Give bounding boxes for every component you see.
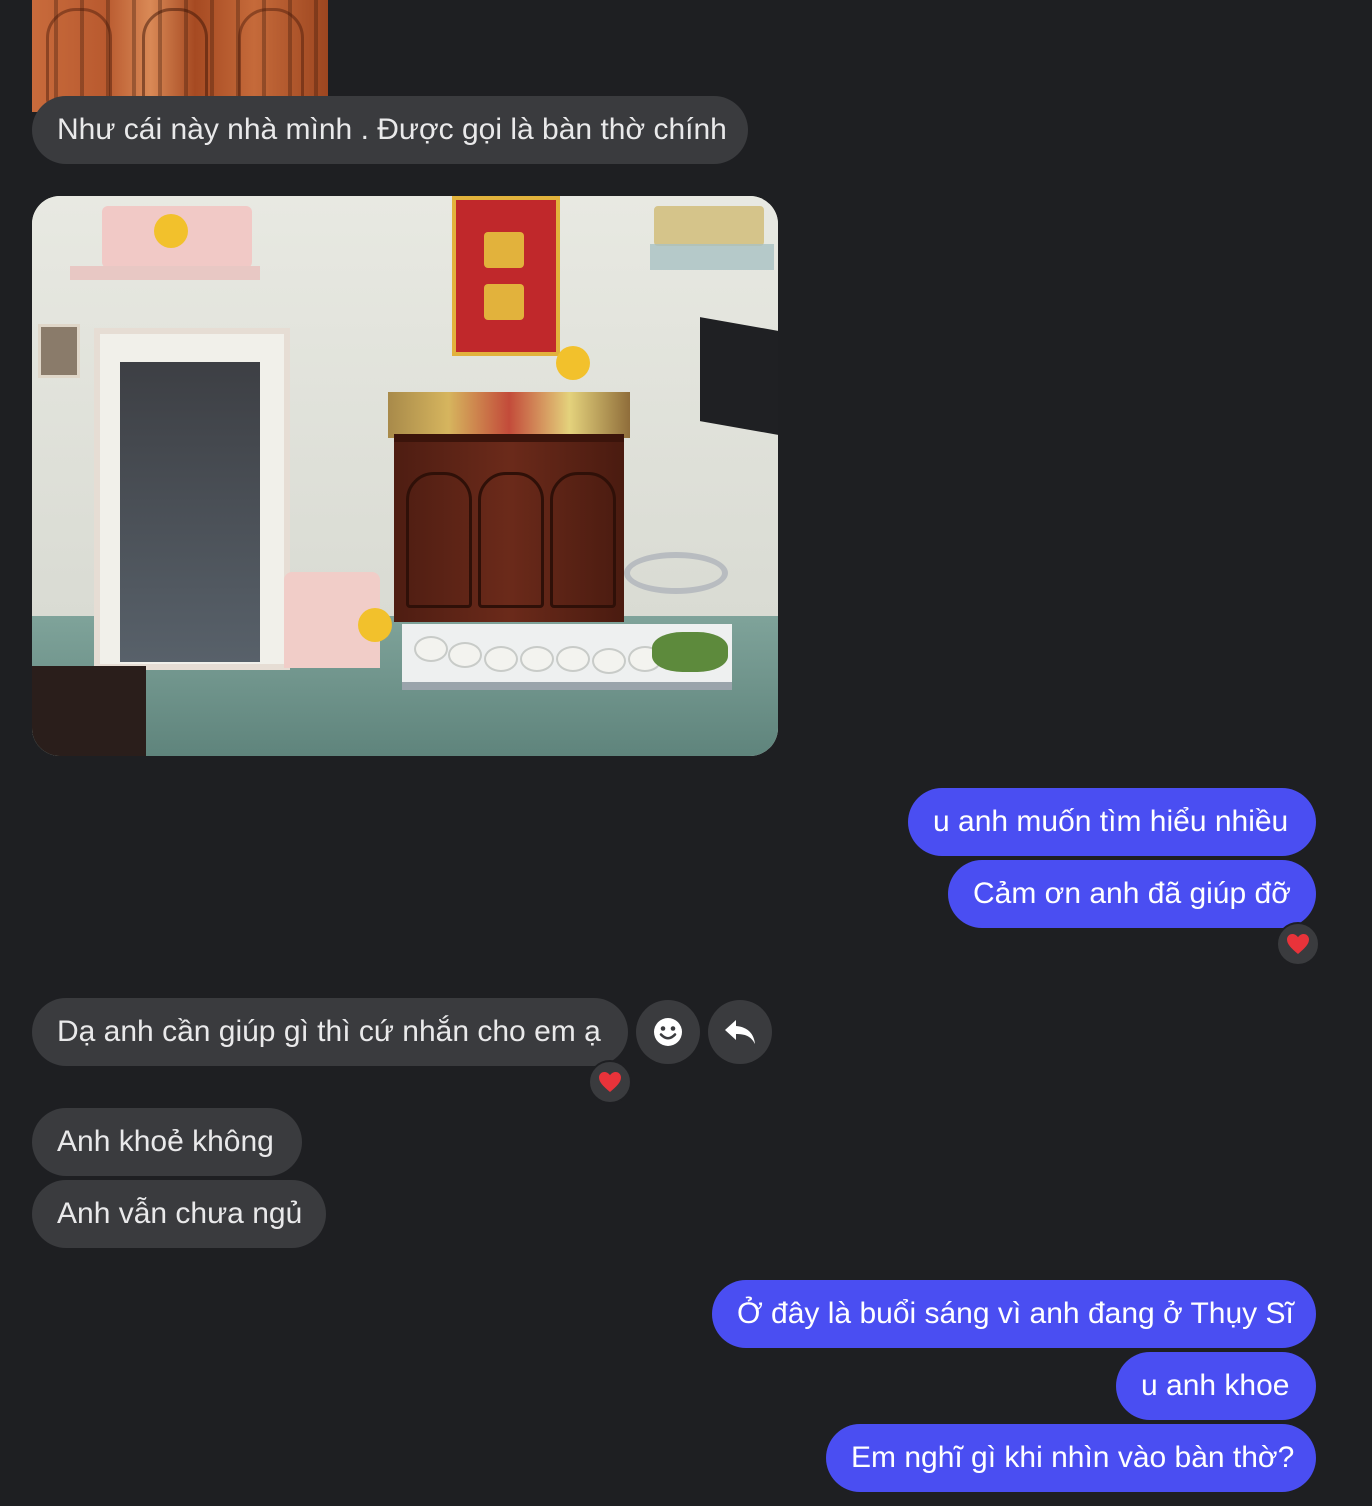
- message-outgoing[interactable]: Ở đây là buổi sáng vì anh đang ở Thụy Sĩ: [712, 1280, 1316, 1348]
- message-incoming[interactable]: Dạ anh cần giúp gì thì cứ nhắn cho em ạ: [32, 998, 628, 1066]
- add-reaction-button[interactable]: [636, 1000, 700, 1064]
- reaction-heart[interactable]: [1276, 922, 1320, 966]
- message-incoming[interactable]: Anh vẫn chưa ngủ: [32, 1180, 326, 1248]
- shared-photo-altar[interactable]: [32, 196, 778, 756]
- emoji-react-icon: [654, 1018, 682, 1046]
- message-outgoing[interactable]: u anh khoe: [1116, 1352, 1316, 1420]
- message-outgoing[interactable]: Em nghĩ gì khi nhìn vào bàn thờ?: [826, 1424, 1316, 1492]
- reply-icon: [725, 1020, 755, 1044]
- heart-icon: [599, 1072, 621, 1092]
- reaction-heart[interactable]: [588, 1060, 632, 1104]
- message-outgoing[interactable]: u anh muốn tìm hiểu nhiều: [908, 788, 1316, 856]
- message-incoming[interactable]: Như cái này nhà mình . Được gọi là bàn t…: [32, 96, 748, 164]
- message-incoming[interactable]: Anh khoẻ không: [32, 1108, 302, 1176]
- reply-button[interactable]: [708, 1000, 772, 1064]
- message-outgoing[interactable]: Cảm ơn anh đã giúp đỡ: [948, 860, 1316, 928]
- heart-icon: [1287, 934, 1309, 954]
